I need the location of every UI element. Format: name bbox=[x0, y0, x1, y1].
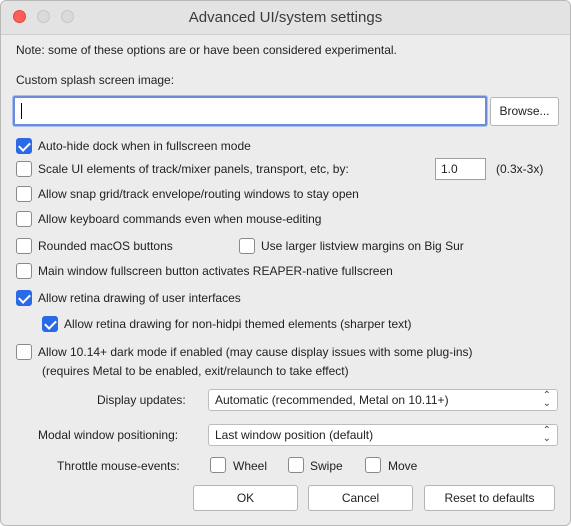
throttle-wheel-label: Wheel bbox=[233, 459, 268, 473]
dark-mode-note: (requires Metal to be enabled, exit/rela… bbox=[42, 364, 349, 378]
cancel-button[interactable]: Cancel bbox=[308, 485, 413, 511]
snap-grid-label: Allow snap grid/track envelope/routing w… bbox=[38, 187, 359, 201]
larger-margins-checkbox[interactable] bbox=[239, 238, 255, 254]
rounded-buttons-label: Rounded macOS buttons bbox=[38, 239, 173, 253]
throttle-swipe-label: Swipe bbox=[310, 459, 343, 473]
retina-nonhidpi-checkbox[interactable] bbox=[42, 316, 58, 332]
throttle-move-label: Move bbox=[388, 459, 418, 473]
splash-image-input[interactable] bbox=[13, 96, 487, 126]
display-updates-select[interactable]: Automatic (recommended, Metal on 10.11+)… bbox=[208, 389, 558, 411]
keyboard-commands-checkbox[interactable] bbox=[16, 211, 32, 227]
splash-label: Custom splash screen image: bbox=[16, 73, 175, 87]
retina-label: Allow retina drawing of user interfaces bbox=[38, 291, 241, 305]
modal-positioning-label: Modal window positioning: bbox=[38, 428, 179, 442]
auto-hide-dock-label: Auto-hide dock when in fullscreen mode bbox=[38, 139, 251, 153]
display-updates-value: Automatic (recommended, Metal on 10.11+) bbox=[215, 393, 449, 407]
throttle-wheel-checkbox[interactable] bbox=[210, 457, 226, 473]
browse-button[interactable]: Browse... bbox=[490, 97, 559, 126]
display-updates-label: Display updates: bbox=[97, 393, 186, 407]
modal-positioning-value: Last window position (default) bbox=[215, 428, 374, 442]
experimental-note: Note: some of these options are or have … bbox=[16, 43, 397, 57]
retina-nonhidpi-label: Allow retina drawing for non-hidpi theme… bbox=[64, 317, 412, 331]
modal-positioning-select[interactable]: Last window position (default) ⌃ ⌄ bbox=[208, 424, 558, 446]
scale-ui-checkbox[interactable] bbox=[16, 161, 32, 177]
settings-window: Advanced UI/system settings Note: some o… bbox=[0, 0, 571, 526]
fullscreen-button-checkbox[interactable] bbox=[16, 263, 32, 279]
dark-mode-label: Allow 10.14+ dark mode if enabled (may c… bbox=[38, 345, 473, 359]
window-title: Advanced UI/system settings bbox=[188, 9, 383, 26]
fullscreen-button-label: Main window fullscreen button activates … bbox=[38, 264, 393, 278]
throttle-label: Throttle mouse-events: bbox=[57, 459, 180, 473]
scale-range-hint: (0.3x-3x) bbox=[496, 162, 544, 176]
larger-margins-label: Use larger listview margins on Big Sur bbox=[261, 239, 464, 253]
throttle-swipe-checkbox[interactable] bbox=[288, 457, 304, 473]
select-chevron-icon: ⌃ ⌄ bbox=[542, 390, 551, 409]
scale-factor-input[interactable]: 1.0 bbox=[435, 158, 486, 180]
auto-hide-dock-checkbox[interactable] bbox=[16, 138, 32, 154]
dark-mode-checkbox[interactable] bbox=[16, 344, 32, 360]
reset-defaults-button[interactable]: Reset to defaults bbox=[424, 485, 555, 511]
title-bar: Advanced UI/system settings bbox=[1, 1, 570, 35]
snap-grid-checkbox[interactable] bbox=[16, 186, 32, 202]
rounded-buttons-checkbox[interactable] bbox=[16, 238, 32, 254]
scale-ui-label: Scale UI elements of track/mixer panels,… bbox=[38, 162, 349, 176]
keyboard-commands-label: Allow keyboard commands even when mouse-… bbox=[38, 212, 322, 226]
throttle-move-checkbox[interactable] bbox=[365, 457, 381, 473]
retina-checkbox[interactable] bbox=[16, 290, 32, 306]
text-caret bbox=[21, 103, 22, 119]
ok-button[interactable]: OK bbox=[193, 485, 298, 511]
select-chevron-icon: ⌃ ⌄ bbox=[542, 425, 551, 444]
